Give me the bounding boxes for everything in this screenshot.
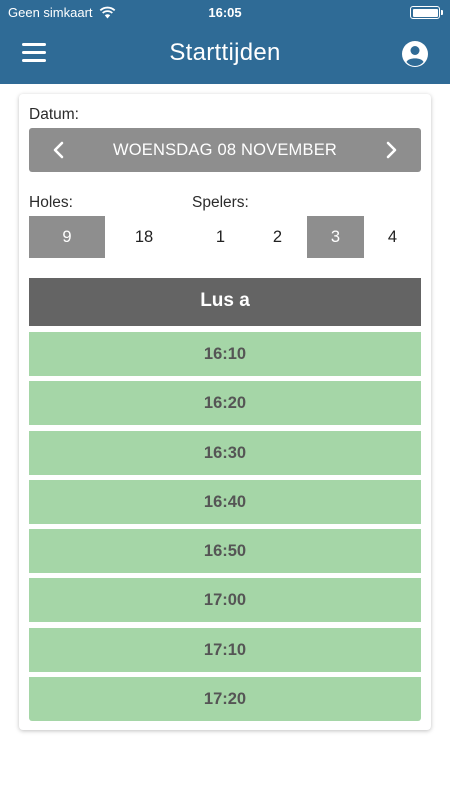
app-header: Starttijden <box>0 26 450 84</box>
status-bar: Geen simkaart 16:05 <box>0 0 450 26</box>
time-slot[interactable]: 16:40 <box>29 479 421 524</box>
loop-header: Lus a <box>29 278 421 326</box>
holes-option-18[interactable]: 18 <box>105 216 183 258</box>
time-slot[interactable]: 16:30 <box>29 430 421 475</box>
tee-times-card: Datum: WOENSDAG 08 NOVEMBER Holes: Spele… <box>19 94 431 730</box>
account-circle-icon[interactable] <box>401 40 429 68</box>
battery-fill <box>412 8 438 17</box>
status-time: 16:05 <box>208 5 242 20</box>
time-slot-list: 16:10 16:20 16:30 16:40 16:50 17:00 17:1… <box>29 332 421 726</box>
battery-icon <box>410 6 443 19</box>
players-option-1[interactable]: 1 <box>192 216 249 258</box>
players-option-2[interactable]: 2 <box>249 216 306 258</box>
time-slot[interactable]: 17:10 <box>29 627 421 672</box>
date-selector: WOENSDAG 08 NOVEMBER <box>29 128 421 172</box>
players-label: Spelers: <box>192 194 249 211</box>
app-top-bar: Geen simkaart 16:05 Starttijden <box>0 0 450 84</box>
time-slot[interactable]: 17:00 <box>29 578 421 623</box>
holes-option-9[interactable]: 9 <box>29 216 105 258</box>
time-slot[interactable]: 16:50 <box>29 529 421 574</box>
players-option-4[interactable]: 4 <box>364 216 421 258</box>
time-slot[interactable]: 17:20 <box>29 677 421 722</box>
time-slot[interactable]: 16:10 <box>29 332 421 376</box>
chevron-right-icon[interactable] <box>380 139 402 161</box>
time-slot[interactable]: 16:20 <box>29 381 421 426</box>
date-label: Datum: <box>29 106 79 123</box>
players-option-3[interactable]: 3 <box>307 216 364 258</box>
page-title: Starttijden <box>169 39 281 66</box>
date-value: WOENSDAG 08 NOVEMBER <box>112 141 338 159</box>
holes-label: Holes: <box>29 194 73 211</box>
